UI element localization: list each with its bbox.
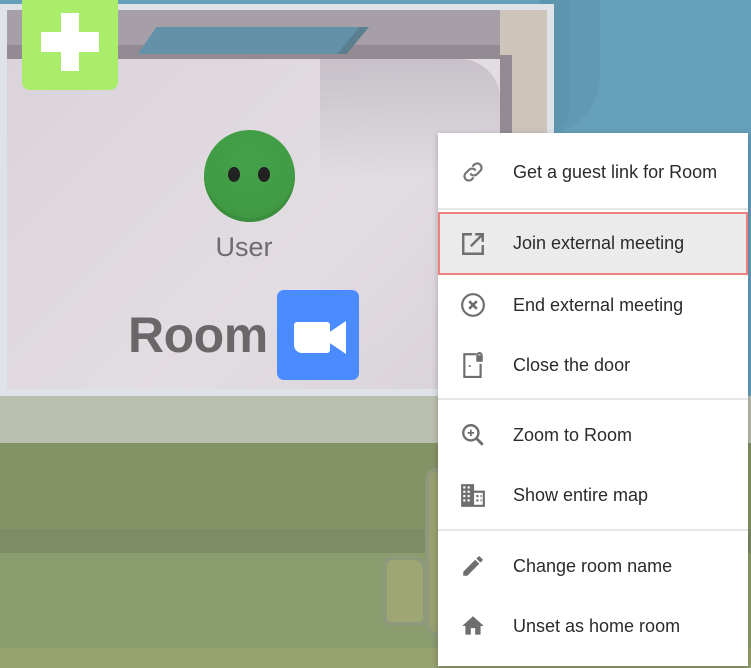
menu-divider xyxy=(438,529,748,531)
room-context-menu: Get a guest link for Room Join external … xyxy=(438,133,748,666)
menu-divider xyxy=(438,398,748,400)
pencil-icon xyxy=(460,553,486,579)
menu-item-change-room-name[interactable]: Change room name xyxy=(438,537,748,595)
avatar-eye xyxy=(258,167,270,182)
menu-item-show-entire-map[interactable]: Show entire map xyxy=(438,466,748,524)
door-lock-icon xyxy=(460,352,486,378)
menu-item-end-external-meeting[interactable]: End external meeting xyxy=(438,276,748,334)
bench-object xyxy=(383,556,427,626)
video-meeting-button[interactable] xyxy=(277,290,359,380)
home-icon xyxy=(460,613,486,639)
open-in-new-icon xyxy=(460,231,486,257)
menu-item-zoom-to-room[interactable]: Zoom to Room xyxy=(438,406,748,464)
user-name-label: User xyxy=(215,232,273,262)
avatar-eye xyxy=(228,167,240,182)
building-icon xyxy=(460,482,486,508)
menu-item-unset-home-room[interactable]: Unset as home room xyxy=(438,597,748,655)
menu-divider xyxy=(438,208,748,210)
add-button[interactable] xyxy=(22,0,118,90)
user-avatar[interactable] xyxy=(204,130,295,222)
room-name-label: Room xyxy=(128,307,268,363)
cancel-circle-icon xyxy=(460,292,486,318)
link-icon xyxy=(460,159,486,185)
zoom-in-icon xyxy=(460,422,486,448)
menu-item-join-external-meeting[interactable]: Join external meeting xyxy=(438,212,748,275)
menu-item-guest-link[interactable]: Get a guest link for Room xyxy=(438,143,748,201)
menu-item-close-door[interactable]: Close the door xyxy=(438,336,748,394)
room-window xyxy=(138,27,368,54)
